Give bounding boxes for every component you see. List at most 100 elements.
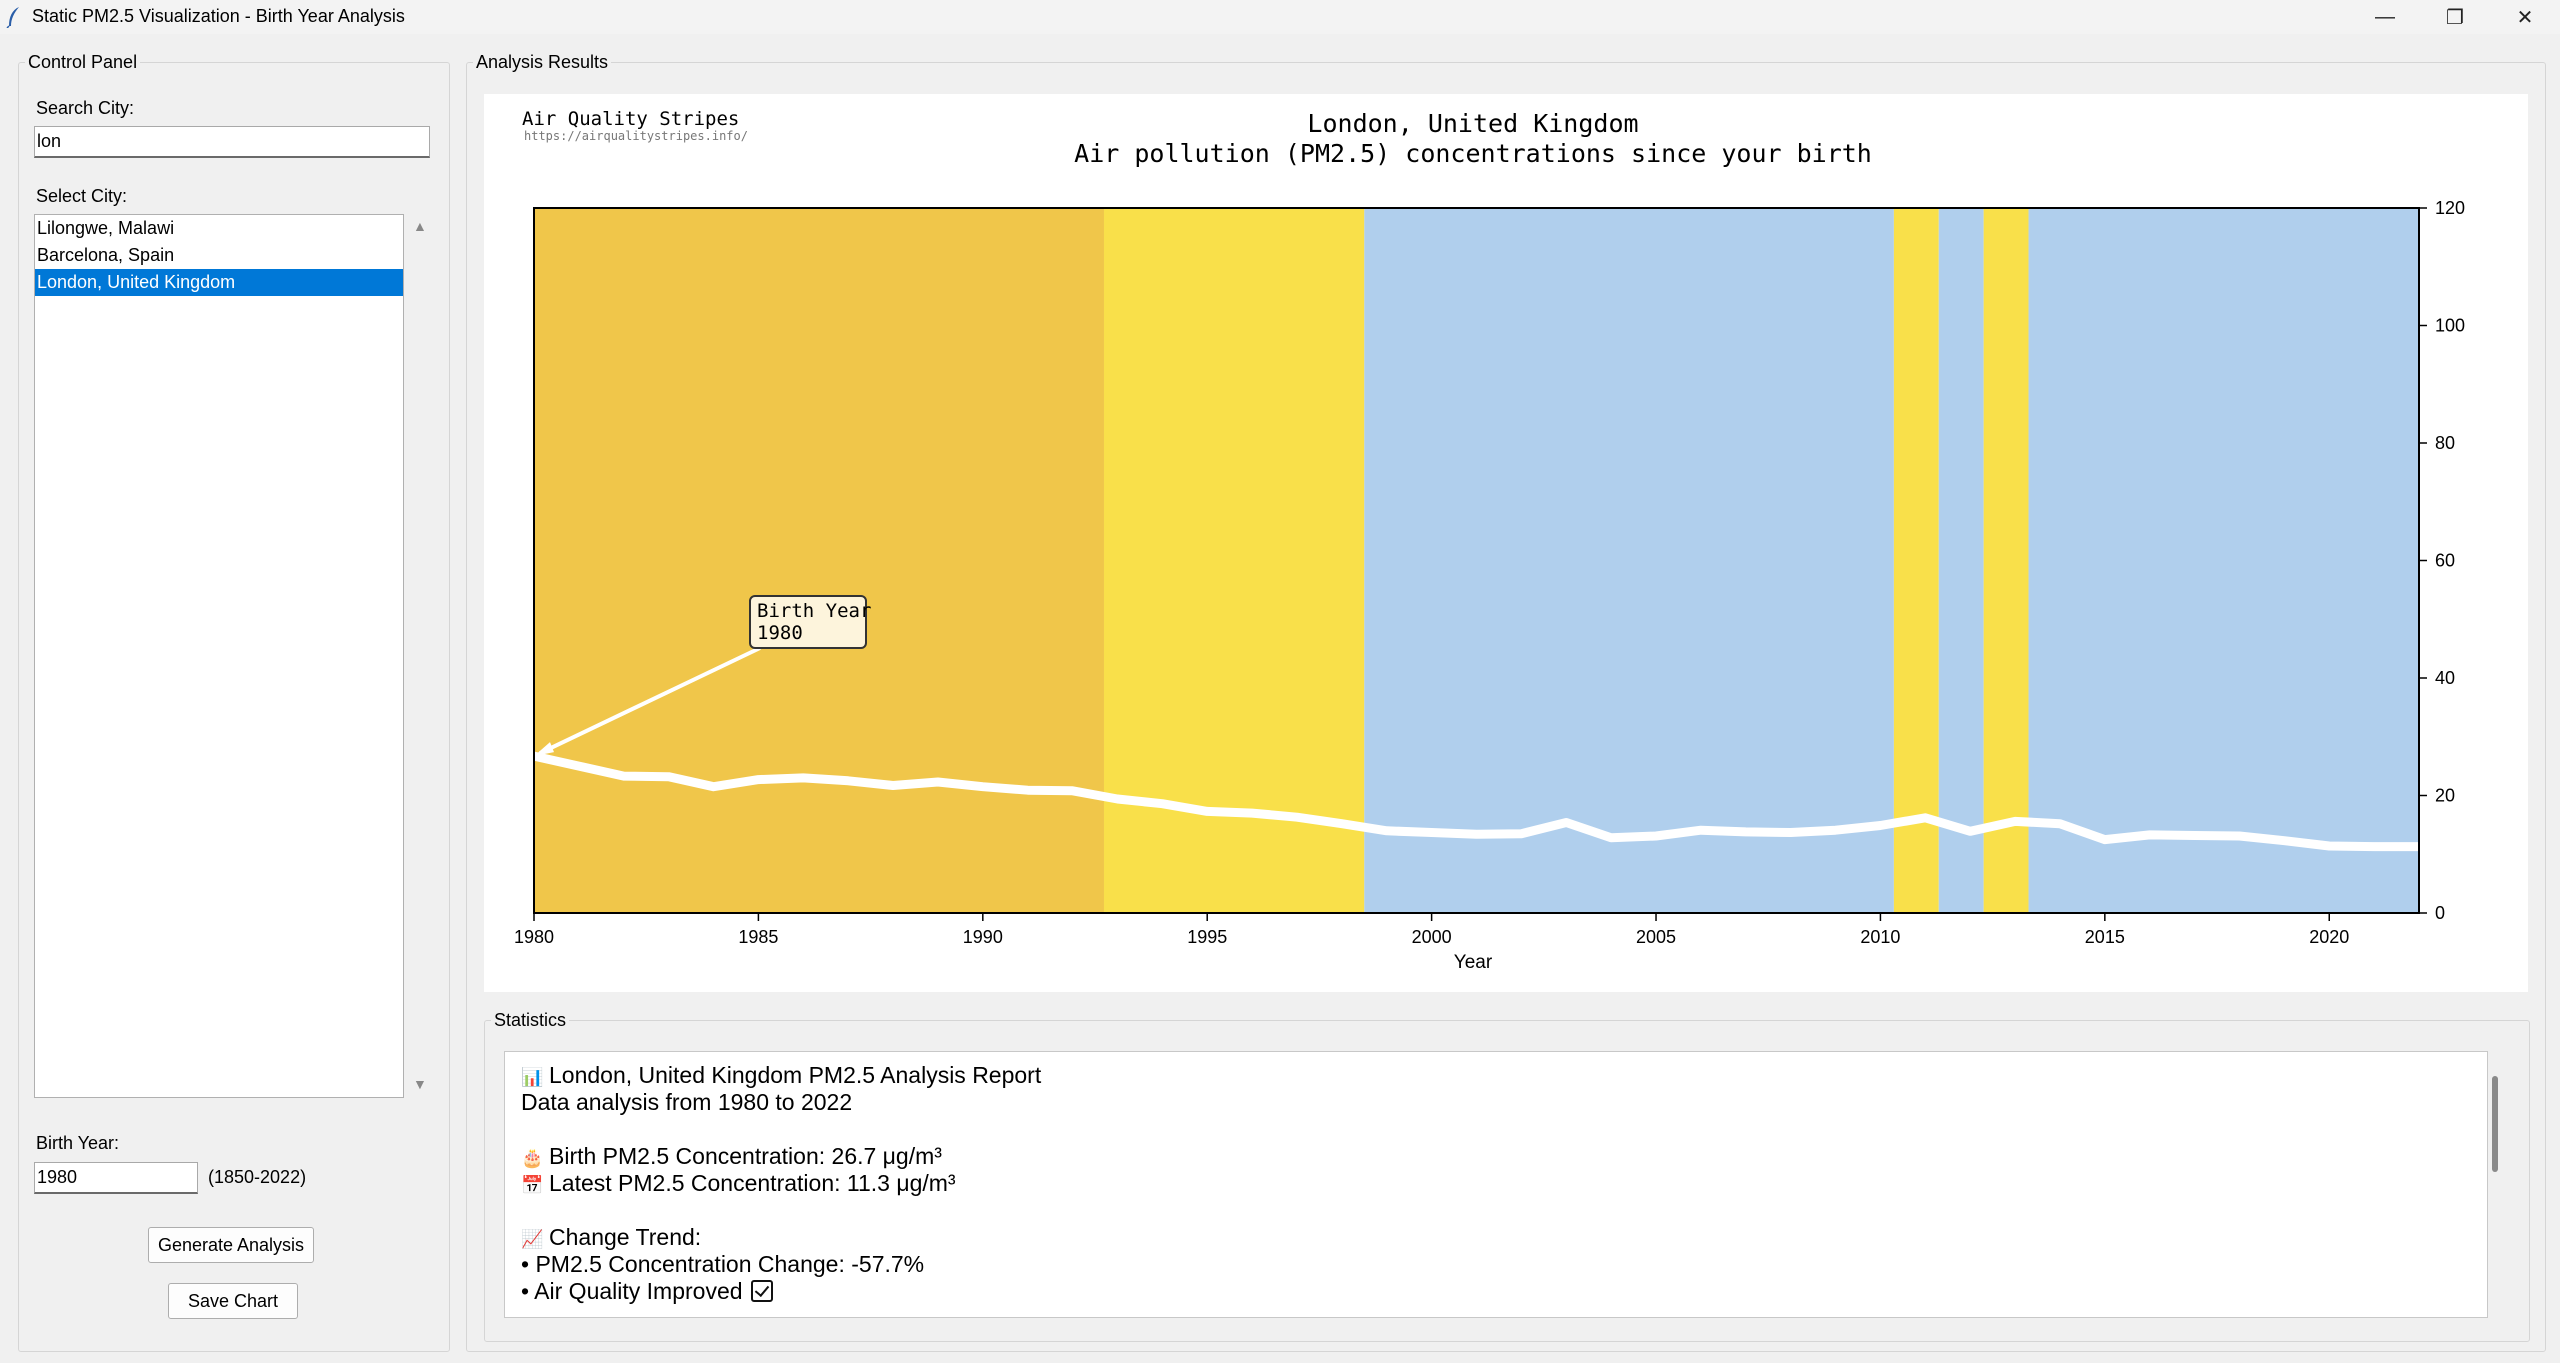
statistics-line-text: Latest PM2.5 Concentration: 11.3 μg/m³: [549, 1170, 956, 1196]
chart-subtitle: Air pollution (PM2.5) concentrations sin…: [1074, 139, 1872, 168]
x-tick-label: 1995: [1187, 927, 1227, 947]
close-button[interactable]: ✕: [2490, 0, 2560, 34]
pm25-data-point: [623, 775, 625, 777]
pollution-stripe: [534, 208, 1104, 913]
pollution-stripe: [1893, 208, 1939, 913]
statistics-text[interactable]: 📊 London, United Kingdom PM2.5 Analysis R…: [504, 1051, 2488, 1318]
pm25-data-point: [1610, 837, 1612, 839]
pm25-data-point: [1072, 790, 1074, 792]
statistics-line: Data analysis from 1980 to 2022: [521, 1089, 852, 1116]
statistics-line: 🎂 Birth PM2.5 Concentration: 26.7 μg/m³: [521, 1143, 942, 1170]
statistics-line: 📈 Change Trend:: [521, 1224, 701, 1251]
pm25-data-point: [2059, 823, 2061, 825]
statistics-line: 📅 Latest PM2.5 Concentration: 11.3 μg/m³: [521, 1170, 956, 1197]
y-tick-label: 40: [2435, 668, 2455, 688]
x-tick-label: 1990: [963, 927, 1003, 947]
pm25-data-point: [1700, 829, 1702, 831]
bar-chart-icon: 📊: [521, 1067, 544, 1087]
pm25-data-point: [1476, 833, 1477, 835]
save-chart-button[interactable]: Save Chart: [168, 1283, 298, 1319]
pm25-data-point: [2328, 845, 2330, 847]
scroll-up-arrow-icon[interactable]: ▲: [413, 218, 427, 234]
control-panel-title: Control Panel: [28, 52, 138, 72]
statistics-line-text: Change Trend:: [549, 1224, 702, 1250]
pm25-data-point: [1879, 824, 1881, 826]
statistics-line-text: Data analysis from 1980 to 2022: [521, 1089, 853, 1115]
pm25-data-point: [1520, 833, 1522, 835]
pm25-data-point: [1161, 803, 1163, 805]
statistics-scrollbar-thumb[interactable]: [2492, 1076, 2498, 1172]
pm25-data-point: [2014, 820, 2016, 822]
statistics-line: 📊 London, United Kingdom PM2.5 Analysis R…: [521, 1062, 1041, 1089]
pm25-data-point: [668, 776, 670, 778]
y-tick-label: 120: [2435, 198, 2465, 218]
pm25-data-point: [1655, 835, 1657, 837]
y-tick-label: 0: [2435, 903, 2445, 923]
y-tick-label: 80: [2435, 433, 2455, 453]
pm25-data-point: [1027, 789, 1029, 791]
x-tick-label: 2005: [1636, 927, 1676, 947]
search-city-input[interactable]: [34, 126, 430, 158]
calendar-icon: 📅: [521, 1175, 544, 1195]
x-tick-label: 2000: [1412, 927, 1452, 947]
pm25-data-point: [1206, 810, 1208, 812]
city-list-item[interactable]: London, United Kingdom: [35, 269, 403, 296]
pollution-stripe: [1983, 208, 2029, 913]
x-tick-label: 1985: [738, 927, 778, 947]
pm25-data-point: [2283, 840, 2285, 842]
trend-chart-icon: 📈: [521, 1229, 544, 1249]
minimize-button[interactable]: —: [2350, 0, 2420, 34]
pm25-data-point: [847, 780, 849, 782]
city-listbox[interactable]: Lilongwe, Malawi Barcelona, Spain London, …: [34, 214, 404, 1098]
pm25-data-point: [982, 786, 984, 788]
city-list-item[interactable]: Barcelona, Spain: [35, 242, 403, 269]
pm25-data-point: [1296, 816, 1298, 818]
pm25-data-point: [1341, 823, 1343, 825]
checkbox-icon: [750, 1280, 773, 1302]
stripes-group: [534, 208, 2419, 913]
statistics-line-text: London, United Kingdom PM2.5 Analysis Re…: [549, 1062, 1042, 1088]
pm25-data-point: [757, 779, 759, 781]
scroll-down-arrow-icon[interactable]: ▼: [413, 1076, 427, 1092]
statistics-line-text: Birth PM2.5 Concentration: 26.7 μg/m³: [549, 1143, 942, 1169]
pm25-data-point: [1745, 831, 1747, 833]
window-titlebar: Static PM2.5 Visualization - Birth Year …: [0, 0, 2560, 34]
pm25-data-point: [2149, 834, 2151, 836]
y-tick-label: 100: [2435, 316, 2465, 336]
search-city-label: Search City:: [36, 98, 135, 118]
pollution-stripe: [2028, 208, 2419, 913]
city-list-item[interactable]: Lilongwe, Malawi: [35, 215, 403, 242]
pm25-data-point: [2373, 846, 2375, 848]
statistics-line-text: • Air Quality Improved: [521, 1278, 743, 1304]
pm25-data-point: [578, 765, 580, 767]
window-title: Static PM2.5 Visualization - Birth Year …: [32, 6, 405, 26]
statistics-line: • Air Quality Improved: [521, 1278, 773, 1305]
pm25-data-point: [802, 777, 804, 779]
pm25-data-point: [713, 786, 715, 788]
chart-title: London, United Kingdom: [1307, 109, 1638, 138]
statistics-line-text: • PM2.5 Concentration Change: -57.7%: [521, 1251, 925, 1277]
restore-button[interactable]: ❐: [2420, 0, 2490, 34]
annotation-year: 1980: [757, 622, 803, 644]
brand-url[interactable]: https://airqualitystripes.info/: [524, 129, 748, 143]
x-tick-label: 2015: [2085, 927, 2125, 947]
pm25-data-point: [1924, 817, 1926, 819]
chart-area: Air Quality Stripes https://airqualityst…: [484, 94, 2528, 992]
pm25-data-point: [1251, 812, 1253, 814]
pollution-stripe: [1938, 208, 1984, 913]
x-axis-label: Year: [1454, 952, 1493, 973]
birth-year-input[interactable]: [34, 1162, 198, 1194]
birth-year-range: (1850-2022): [208, 1167, 307, 1187]
pollution-stripe: [1364, 208, 1894, 913]
generate-analysis-button[interactable]: Generate Analysis: [148, 1227, 314, 1263]
pm25-chart: Air Quality Stripes https://airqualityst…: [514, 108, 2465, 973]
birth-year-label: Birth Year:: [36, 1133, 120, 1153]
annotation-label: Birth Year: [757, 600, 871, 622]
pm25-data-point: [2194, 834, 2196, 836]
feather-app-icon: [6, 7, 19, 28]
city-list-scrollbar[interactable]: ▲ ▼: [406, 214, 434, 1098]
select-city-label: Select City:: [36, 186, 128, 206]
statistics-line: • PM2.5 Concentration Change: -57.7%: [521, 1251, 924, 1278]
pm25-data-point: [1565, 822, 1567, 824]
pollution-stripe: [1103, 208, 1365, 913]
